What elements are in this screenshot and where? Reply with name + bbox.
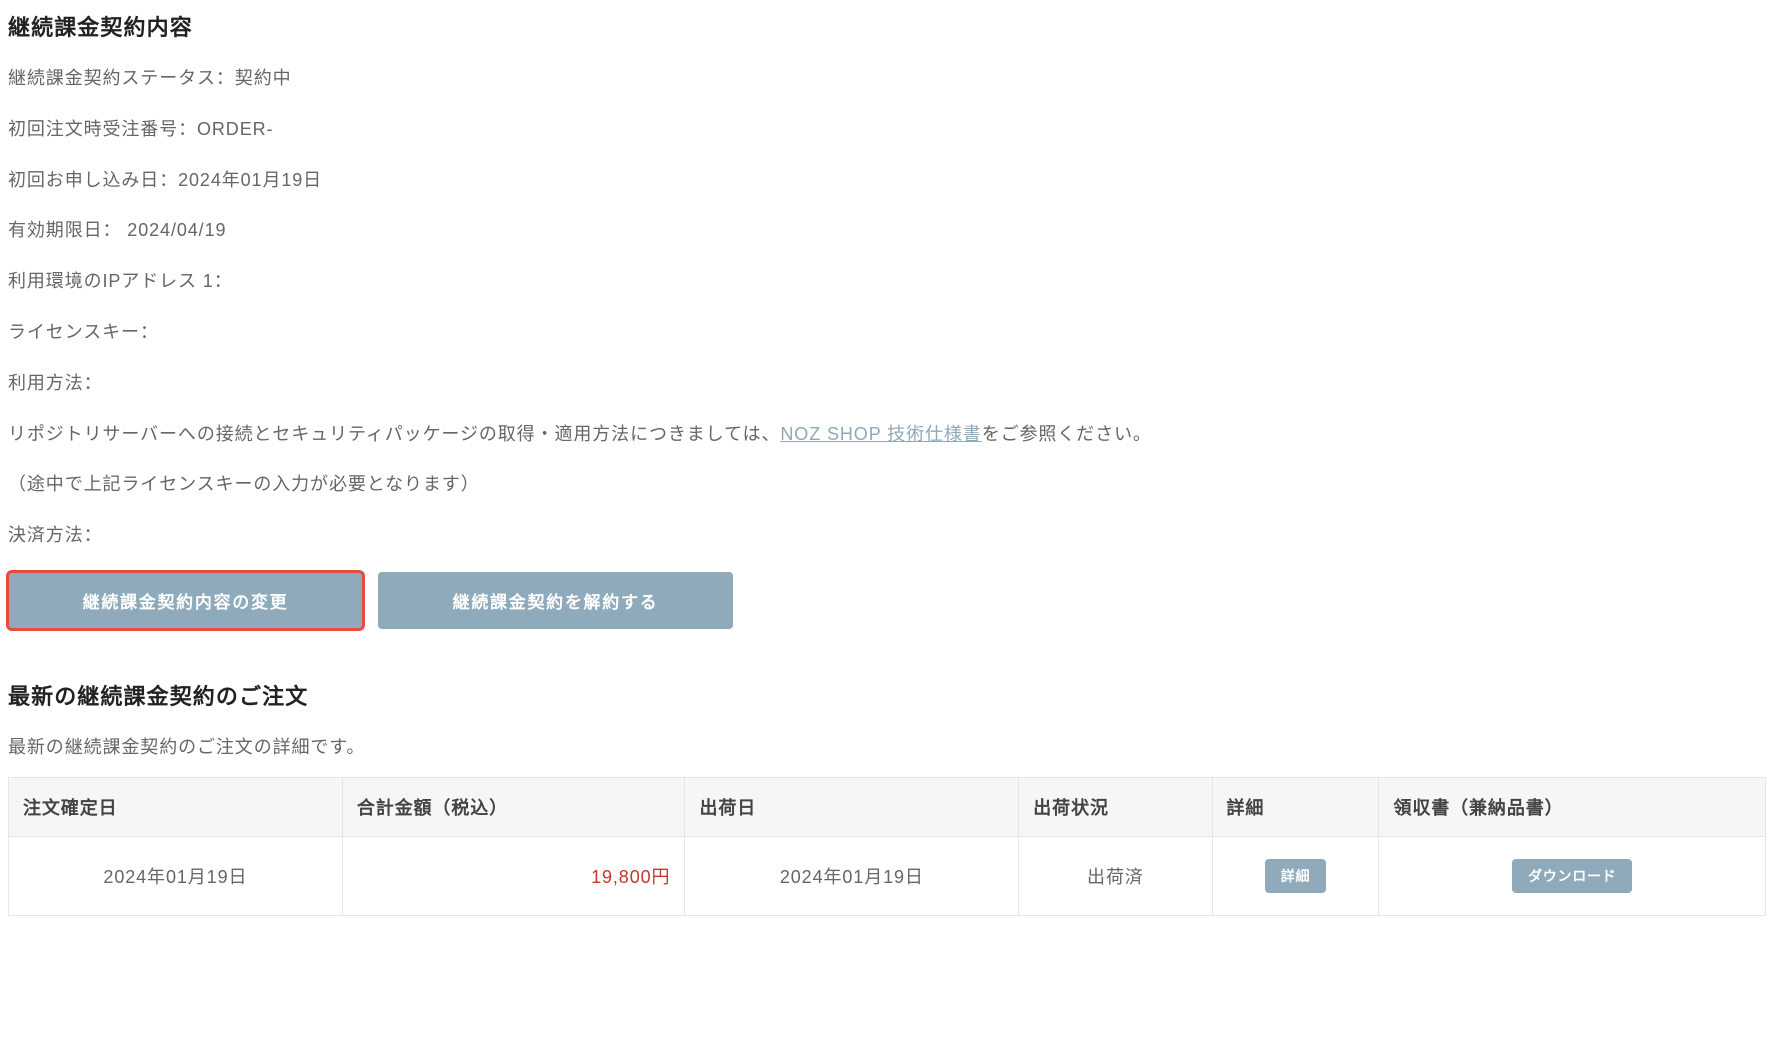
table-header-row: 注文確定日 合計金額（税込） 出荷日 出荷状況 詳細 領収書（兼納品書） xyxy=(9,777,1766,836)
license-key: ライセンスキー： xyxy=(8,318,1766,347)
contract-action-buttons: 継続課金契約内容の変更 継続課金契約を解約する xyxy=(8,572,1766,629)
cell-detail: 詳細 xyxy=(1212,836,1379,915)
contract-status: 継続課金契約ステータス：契約中 xyxy=(8,64,1766,93)
tech-spec-link[interactable]: NOZ SHOP 技術仕様書 xyxy=(780,424,981,444)
first-apply-date: 初回お申し込み日：2024年01月19日 xyxy=(8,166,1766,195)
detail-button[interactable]: 詳細 xyxy=(1265,859,1326,893)
latest-order-section: 最新の継続課金契約のご注文 最新の継続課金契約のご注文の詳細です。 注文確定日 … xyxy=(8,679,1766,916)
latest-order-subtitle: 最新の継続課金契約のご注文の詳細です。 xyxy=(8,733,1766,759)
cell-total: 19,800円 xyxy=(342,836,685,915)
table-row: 2024年01月19日 19,800円 2024年01月19日 出荷済 詳細 ダ… xyxy=(9,836,1766,915)
col-order-date: 注文確定日 xyxy=(9,777,343,836)
cell-order-date: 2024年01月19日 xyxy=(9,836,343,915)
payment-method: 決済方法： xyxy=(8,521,1766,550)
col-total: 合計金額（税込） xyxy=(342,777,685,836)
initial-order-number: 初回注文時受注番号：ORDER- xyxy=(8,115,1766,144)
usage-note: （途中で上記ライセンスキーの入力が必要となります） xyxy=(8,470,1766,499)
change-contract-button[interactable]: 継続課金契約内容の変更 xyxy=(8,572,363,629)
usage-post-link-text: をご参照ください。 xyxy=(982,424,1152,444)
contract-details-section: 継続課金契約内容 継続課金契約ステータス：契約中 初回注文時受注番号：ORDER… xyxy=(8,10,1766,629)
ip-address: 利用環境のIPアドレス 1： xyxy=(8,267,1766,296)
cell-receipt: ダウンロード xyxy=(1379,836,1766,915)
expiry-date: 有効期限日： 2024/04/19 xyxy=(8,216,1766,245)
col-detail: 詳細 xyxy=(1212,777,1379,836)
download-receipt-button[interactable]: ダウンロード xyxy=(1512,859,1632,893)
latest-order-table: 注文確定日 合計金額（税込） 出荷日 出荷状況 詳細 領収書（兼納品書） 202… xyxy=(8,777,1766,916)
usage-pre-link-text: リポジトリサーバーへの接続とセキュリティパッケージの取得・適用方法につきましては… xyxy=(8,424,780,444)
col-ship-status: 出荷状況 xyxy=(1019,777,1212,836)
col-receipt: 領収書（兼納品書） xyxy=(1379,777,1766,836)
cell-ship-date: 2024年01月19日 xyxy=(685,836,1019,915)
usage-description: リポジトリサーバーへの接続とセキュリティパッケージの取得・適用方法につきましては… xyxy=(8,420,1766,449)
cancel-contract-button[interactable]: 継続課金契約を解約する xyxy=(378,572,733,629)
usage-method-label: 利用方法： xyxy=(8,369,1766,398)
cell-ship-status: 出荷済 xyxy=(1019,836,1212,915)
col-ship-date: 出荷日 xyxy=(685,777,1019,836)
contract-info-block: 継続課金契約ステータス：契約中 初回注文時受注番号：ORDER- 初回お申し込み… xyxy=(8,64,1766,550)
latest-order-heading: 最新の継続課金契約のご注文 xyxy=(8,679,1766,711)
contract-heading: 継続課金契約内容 xyxy=(8,10,1766,42)
